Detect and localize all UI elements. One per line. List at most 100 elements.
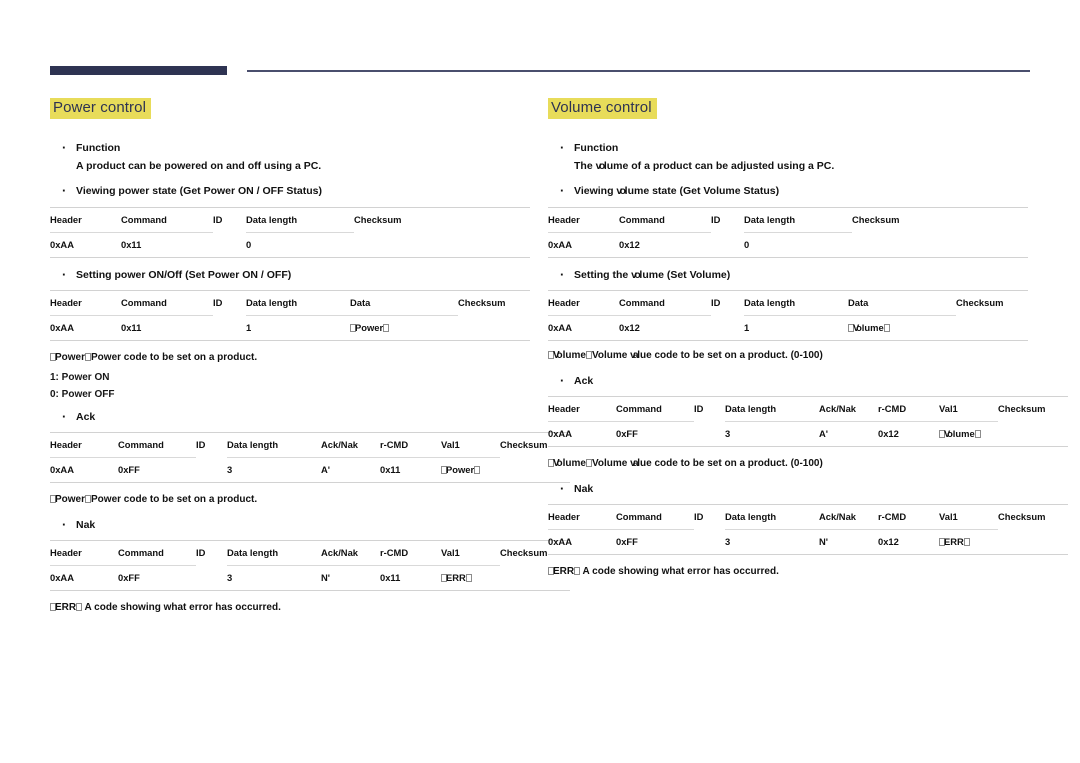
col-header-id: ID [213, 296, 223, 308]
cell-r-cmd: 0x11 [380, 572, 401, 584]
cell-command: 0xFF [616, 428, 638, 440]
col-header-command: Command [118, 432, 196, 459]
col-header-data-length: Data length [744, 290, 848, 316]
section-title-volume: Volume control [548, 98, 657, 119]
volume-function-text: The volume of a product can be adjusted … [574, 160, 835, 173]
power-set-note: Power Power code to be set on a product. [50, 350, 530, 366]
cell-command: 0xFF [118, 572, 140, 584]
power-get-status-label: Viewing power state (Get Power ON / OFF … [50, 181, 530, 201]
col-header-id: ID [196, 547, 206, 559]
power-nak-label: Nak [50, 515, 530, 535]
volume-ack-table: Header Command ID Data length Ack/Nak r-… [548, 396, 1068, 447]
cell-header: 0xAA [50, 321, 74, 333]
volume-set-label: Setting the volume (Set Volume) [548, 265, 1028, 285]
cell-ack-nak: A' [819, 428, 828, 440]
table-header-row: Header Command ID Data length Data Check… [50, 290, 530, 316]
cell-command: 0x12 [619, 238, 640, 250]
col-header-id: ID [694, 403, 704, 415]
volume-nak-table: Header Command ID Data length Ack/Nak r-… [548, 504, 1068, 555]
col-header-header: Header [548, 290, 619, 316]
cell-command: 0x11 [121, 321, 142, 333]
col-header-id: ID [711, 213, 721, 225]
cell-ack-nak: N' [321, 572, 330, 584]
cell-data-length: 0 [744, 238, 750, 250]
volume-set-table: Header Command ID Data length Data Check… [548, 290, 1028, 341]
cell-data: Volume [848, 315, 956, 340]
col-header-val1: Val1 [441, 432, 500, 459]
section-title-power: Power control [50, 98, 152, 119]
power-ack-table: Header Command ID Data length Ack/Nak r-… [50, 432, 570, 483]
col-header-r-cmd: r-CMD [380, 540, 441, 567]
cell-id [711, 232, 744, 257]
cell-header: 0xAA [50, 572, 74, 584]
col-header-data-length: Data length [725, 396, 819, 423]
table-row: 0xAA 0x11 1 Power [50, 315, 530, 341]
col-header-id: ID [196, 439, 206, 451]
table-row: 0xAA 0x11 0 [50, 232, 530, 258]
col-header-header: Header [50, 207, 121, 233]
table-header-row: Header Command ID Data length Checksum [50, 207, 530, 233]
col-header-ack-nak: Ack/Nak [819, 396, 878, 423]
col-header-checksum: Checksum [998, 511, 1046, 523]
cell-id [213, 232, 246, 257]
col-header-command: Command [616, 504, 694, 531]
volume-nak-label: Nak [548, 479, 1028, 499]
cell-header: 0xAA [548, 321, 572, 333]
section-power-control: Power control Function A product can be … [50, 98, 570, 616]
power-function-bullet: Function A product can be powered on and… [50, 138, 530, 175]
table-header-row: Header Command ID Data length Ack/Nak r-… [50, 540, 570, 567]
cell-data-length: 3 [227, 572, 233, 584]
col-header-header: Header [548, 504, 616, 531]
power-nak-table: Header Command ID Data length Ack/Nak r-… [50, 540, 570, 591]
cell-header: 0xAA [50, 238, 74, 250]
col-header-r-cmd: r-CMD [380, 432, 441, 459]
cell-command: 0x11 [121, 238, 142, 250]
col-header-val1: Val1 [939, 504, 998, 531]
cell-data: Power [350, 315, 458, 340]
cell-data-length: 3 [725, 536, 731, 548]
col-header-header: Header [50, 432, 118, 459]
table-header-row: Header Command ID Data length Ack/Nak r-… [548, 396, 1068, 423]
power-value-on: 1: Power ON [50, 371, 110, 383]
table-row: 0xAA 0x12 1 Volume [548, 315, 1028, 341]
col-header-header: Header [548, 396, 616, 423]
table-header-row: Header Command ID Data length Ack/Nak r-… [50, 432, 570, 459]
table-row: 0xAA 0xFF 3 A' 0x12 Volume [548, 422, 1068, 447]
col-header-checksum: Checksum [458, 296, 506, 308]
header-rule-block [50, 66, 227, 75]
cell-val1: Power [441, 458, 500, 483]
col-header-command: Command [121, 207, 213, 233]
cell-header: 0xAA [548, 428, 572, 440]
cell-data-length: 3 [227, 464, 233, 476]
col-header-command: Command [118, 540, 196, 567]
cell-checksum [354, 232, 530, 257]
col-header-data-length: Data length [744, 207, 852, 233]
power-value-off: 0: Power OFF [50, 388, 115, 400]
cell-command: 0x12 [619, 321, 640, 333]
col-header-checksum: Checksum [852, 213, 900, 225]
col-header-id: ID [711, 296, 721, 308]
col-header-data-length: Data length [227, 540, 321, 567]
table-row: 0xAA 0xFF 3 A' 0x11 Power [50, 458, 570, 483]
cell-val1: ERR [441, 566, 500, 591]
col-header-command: Command [616, 396, 694, 423]
power-set-table: Header Command ID Data length Data Check… [50, 290, 530, 341]
cell-r-cmd: 0x12 [878, 428, 899, 440]
cell-r-cmd: 0x12 [878, 536, 899, 548]
col-header-checksum: Checksum [998, 403, 1046, 415]
col-header-ack-nak: Ack/Nak [321, 540, 380, 567]
cell-checksum [998, 422, 1068, 447]
section-volume-control: Volume control Function The volume of a … [548, 98, 1068, 580]
volume-function-bullet: Function The volume of a product can be … [548, 138, 1028, 175]
cell-ack-nak: A' [321, 464, 330, 476]
table-header-row: Header Command ID Data length Data Check… [548, 290, 1028, 316]
cell-val1: ERR [939, 530, 998, 555]
cell-data-length: 1 [246, 321, 252, 333]
power-get-status-table: Header Command ID Data length Checksum 0… [50, 207, 530, 258]
col-header-r-cmd: r-CMD [878, 396, 939, 423]
cell-id [711, 315, 744, 340]
power-ack-note: Power Power code to be set on a product. [50, 492, 530, 508]
cell-command: 0xFF [118, 464, 140, 476]
col-header-data-length: Data length [725, 504, 819, 531]
cell-checksum [998, 530, 1068, 555]
